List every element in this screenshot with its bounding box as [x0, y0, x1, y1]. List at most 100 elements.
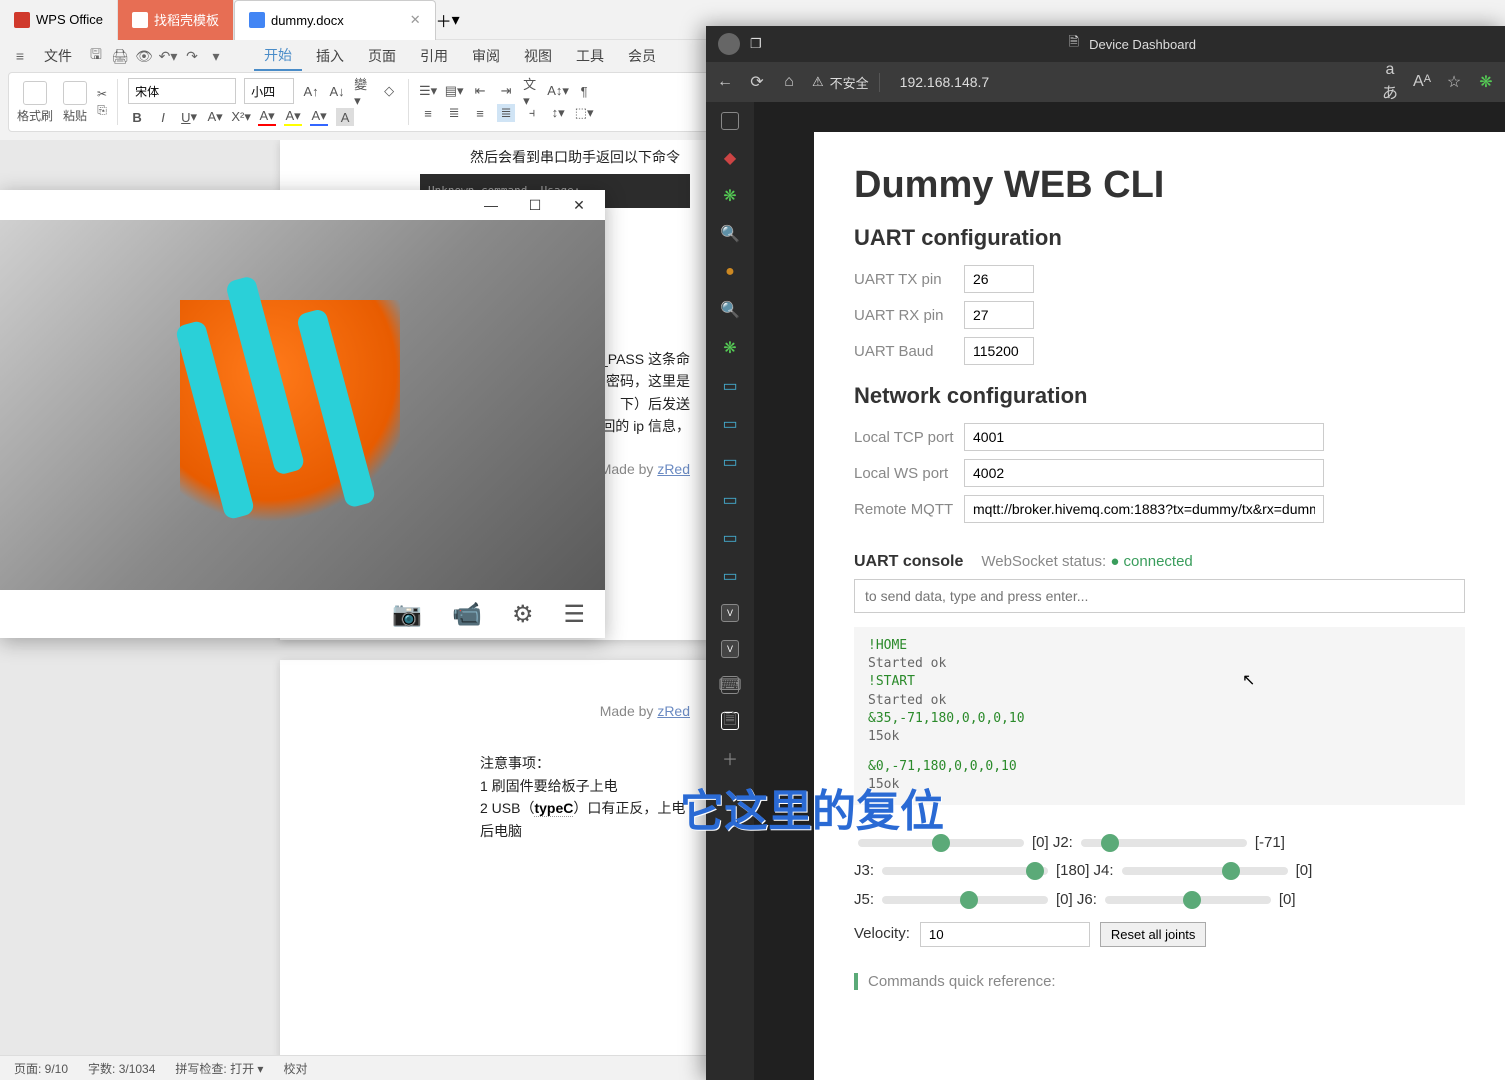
minimize-button[interactable]: — [469, 191, 513, 219]
font-size-select[interactable] [244, 78, 294, 104]
extension-icon[interactable]: ❋ [1477, 72, 1495, 92]
side-doc-icon[interactable]: 🗎 [721, 712, 739, 730]
bullet-list-button[interactable]: ☰▾ [419, 82, 437, 100]
wps-doc-tab[interactable]: dummy.docx ✕ [234, 0, 436, 40]
back-button[interactable]: ← [716, 73, 734, 91]
side-tv6-icon[interactable]: ▭ [720, 566, 740, 586]
doc-page-2[interactable]: Made by zRed 注意事项： 1 刷固件要给板子上电 2 USB（typ… [280, 660, 710, 1055]
strikethrough-button[interactable]: A▾ [206, 108, 224, 126]
para-border-button[interactable]: ⬚▾ [575, 104, 593, 122]
side-keyboard-icon[interactable]: ⌨ [721, 676, 739, 694]
align-right-button[interactable]: ≡ [471, 104, 489, 122]
cut-button[interactable]: ✂ ⎘ [97, 87, 107, 118]
side-tv3-icon[interactable]: ▭ [720, 452, 740, 472]
tab-dropdown-icon[interactable]: ▾ [452, 10, 460, 30]
close-window-button[interactable]: ✕ [557, 191, 601, 219]
ribbon-tab-member[interactable]: 会员 [618, 42, 666, 70]
pilcrow-button[interactable]: ¶ [575, 82, 593, 100]
uart-tx-input[interactable] [964, 265, 1034, 293]
video-icon[interactable]: 📹 [452, 600, 482, 629]
undo-icon[interactable]: ↶▾ [158, 46, 178, 66]
side-tv5-icon[interactable]: ▭ [720, 528, 740, 548]
browser-tab-title[interactable]: Device Dashboard [1089, 37, 1196, 52]
favorite-icon[interactable]: ☆ [1445, 72, 1463, 92]
decrease-indent-button[interactable]: ⇤ [471, 82, 489, 100]
side-tv2-icon[interactable]: ▭ [720, 414, 740, 434]
print-icon[interactable]: 🖨 [110, 46, 130, 66]
console-input[interactable] [854, 579, 1465, 613]
side-red-icon[interactable]: ◆ [720, 148, 740, 168]
camera-icon[interactable]: 📷 [392, 600, 422, 629]
paste-button[interactable]: 粘贴 [63, 81, 87, 124]
maximize-button[interactable]: ☐ [513, 191, 557, 219]
made-by-link[interactable]: zRed [657, 461, 690, 477]
wps-home-tab[interactable]: WPS Office [0, 0, 118, 40]
menu-icon[interactable]: ☰ [563, 600, 585, 629]
translate-icon[interactable]: aあ [1381, 61, 1399, 103]
ribbon-tab-reference[interactable]: 引用 [410, 42, 458, 70]
j3-slider[interactable] [882, 867, 1048, 875]
clear-format-icon[interactable]: ◇ [380, 82, 398, 100]
read-aloud-icon[interactable]: Aᴬ [1413, 73, 1431, 91]
ribbon-tab-view[interactable]: 视图 [514, 42, 562, 70]
underline-button[interactable]: U▾ [180, 108, 198, 126]
side-v2-icon[interactable]: V [721, 640, 739, 658]
asian-layout-button[interactable]: 文▾ [523, 82, 541, 100]
j6-slider[interactable] [1105, 896, 1271, 904]
side-green2-icon[interactable]: ❋ [720, 338, 740, 358]
align-left-button[interactable]: ≡ [419, 104, 437, 122]
side-green-icon[interactable]: ❋ [720, 186, 740, 206]
status-spellcheck[interactable]: 拼写检查: 打开 ▾ [175, 1060, 263, 1077]
side-app-icon[interactable] [721, 112, 739, 130]
increase-indent-button[interactable]: ⇥ [497, 82, 515, 100]
sort-button[interactable]: A↕▾ [549, 82, 567, 100]
ribbon-tab-tools[interactable]: 工具 [566, 42, 614, 70]
grow-font-icon[interactable]: A↑ [302, 82, 320, 100]
home-button[interactable]: ⌂ [780, 73, 798, 91]
side-v-icon[interactable]: V [721, 604, 739, 622]
highlight-button[interactable]: A▾ [284, 108, 302, 126]
wps-template-tab[interactable]: 找稻壳模板 [118, 0, 234, 40]
side-search-icon[interactable]: 🔍 [720, 224, 740, 244]
distribute-button[interactable]: ⫞ [523, 104, 541, 122]
ribbon-tab-start[interactable]: 开始 [254, 41, 302, 71]
ribbon-tab-insert[interactable]: 插入 [306, 42, 354, 70]
superscript-button[interactable]: X²▾ [232, 108, 250, 126]
ws-port-input[interactable] [964, 459, 1324, 487]
security-badge[interactable]: ⚠ 不安全 [812, 73, 880, 92]
save-icon[interactable]: 🖫 [86, 46, 106, 66]
j1-slider[interactable] [858, 839, 1024, 847]
status-page[interactable]: 页面: 9/10 [14, 1060, 68, 1077]
j4-slider[interactable] [1122, 867, 1288, 875]
preview-icon[interactable]: 👁 [134, 46, 154, 66]
side-orange-icon[interactable]: ● [720, 262, 740, 282]
new-tab-button[interactable]: ＋ [436, 8, 452, 32]
refresh-button[interactable]: ⟳ [748, 72, 766, 92]
redo-icon[interactable]: ↷ [182, 46, 202, 66]
bold-button[interactable]: B [128, 108, 146, 126]
shrink-font-icon[interactable]: A↓ [328, 82, 346, 100]
profile-avatar-icon[interactable] [718, 33, 740, 55]
velocity-input[interactable] [920, 922, 1090, 947]
status-proofread[interactable]: 校对 [283, 1060, 307, 1077]
tcp-port-input[interactable] [964, 423, 1324, 451]
number-list-button[interactable]: ▤▾ [445, 82, 463, 100]
status-word-count[interactable]: 字数: 3/1034 [88, 1060, 155, 1077]
shading-button[interactable]: A▾ [310, 108, 328, 126]
font-color-button[interactable]: A▾ [258, 108, 276, 126]
uart-baud-input[interactable] [964, 337, 1034, 365]
side-tv-icon[interactable]: ▭ [720, 376, 740, 396]
address-bar[interactable]: 192.168.148.7 [900, 74, 990, 90]
line-spacing-button[interactable]: ↕▾ [549, 104, 567, 122]
gear-icon[interactable]: ⚙ [512, 600, 534, 629]
reset-joints-button[interactable]: Reset all joints [1100, 922, 1207, 947]
uart-rx-input[interactable] [964, 301, 1034, 329]
phonetic-icon[interactable]: 變▾ [354, 82, 372, 100]
workspaces-icon[interactable]: ❐ [750, 36, 762, 52]
format-brush-button[interactable]: 格式刷 [17, 81, 53, 124]
qat-dropdown-icon[interactable]: ▾ [206, 46, 226, 66]
ribbon-tab-review[interactable]: 审阅 [462, 42, 510, 70]
italic-button[interactable]: I [154, 108, 172, 126]
made-by-link[interactable]: zRed [657, 703, 690, 719]
side-tv4-icon[interactable]: ▭ [720, 490, 740, 510]
